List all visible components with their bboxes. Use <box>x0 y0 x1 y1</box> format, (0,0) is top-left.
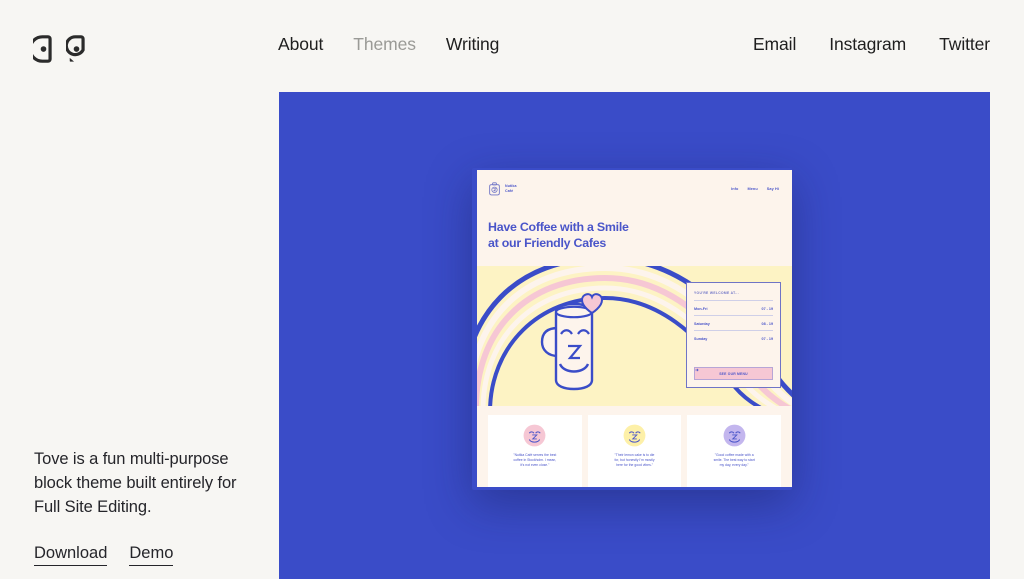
nav-item-writing[interactable]: Writing <box>446 31 500 57</box>
opening-hours-title: YOU'RE WELCOME AT... <box>694 291 739 295</box>
smiley-face-icon <box>723 424 746 447</box>
nav-item-twitter[interactable]: Twitter <box>939 31 990 57</box>
see-menu-label: SEE OUR MENU <box>719 371 748 376</box>
theme-preview-screenshot[interactable]: Nutika Café Info Menu Say Hi Have Coffee… <box>477 170 792 487</box>
theme-showcase-panel: Nutika Café Info Menu Say Hi Have Coffee… <box>279 92 990 579</box>
download-link[interactable]: Download <box>34 542 108 566</box>
smiley-face-icon <box>623 424 646 447</box>
preview-nav-menu[interactable]: Menu <box>747 187 757 191</box>
smiley-face-icon <box>523 424 546 447</box>
testimonial-card: "Their lemon cake is to die for, but hon… <box>587 415 682 487</box>
hours-day: Sunday <box>694 336 708 341</box>
hours-time: 07 - 19 <box>761 306 773 311</box>
social-navigation: Email Instagram Twitter <box>753 31 990 57</box>
testimonial-quote: "Their lemon cake is to die for, but hon… <box>614 453 655 468</box>
nav-item-about[interactable]: About <box>278 31 323 57</box>
preview-navigation: Info Menu Say Hi <box>731 187 779 191</box>
cafe-cup-icon <box>489 182 500 196</box>
preview-nav-say-hi[interactable]: Say Hi <box>767 187 779 191</box>
demo-link[interactable]: Demo <box>129 542 174 566</box>
preview-nav-info[interactable]: Info <box>731 187 738 191</box>
preview-topbar: Nutika Café Info Menu Say Hi <box>477 170 792 208</box>
theme-description: Tove is a fun multi-purpose block theme … <box>34 450 237 516</box>
testimonial-quote: "Good coffee made with a smile. The best… <box>713 453 755 468</box>
testimonial-card: "Nutika Café serves the best coffee in S… <box>488 415 582 487</box>
preview-testimonials: "Nutika Café serves the best coffee in S… <box>477 406 792 487</box>
arrow-right-icon <box>695 368 699 372</box>
theme-action-links: Download Demo <box>34 542 266 566</box>
nav-item-instagram[interactable]: Instagram <box>829 31 906 57</box>
logo-glyph-left <box>33 35 52 63</box>
hours-day: Mon-Fri <box>694 306 708 311</box>
see-menu-button[interactable]: SEE OUR MENU <box>694 367 773 380</box>
preview-hero: Have Coffee with a Smile at our Friendly… <box>477 208 792 266</box>
testimonial-card: "Good coffee made with a smile. The best… <box>687 415 782 487</box>
logo-glyph-right <box>66 35 85 62</box>
opening-hours-row: Saturday 08 - 19 <box>694 315 773 330</box>
opening-hours-row: Mon-Fri 07 - 19 <box>694 300 773 315</box>
hours-time: 07 - 19 <box>761 336 773 341</box>
testimonial-quote: "Nutika Café serves the best coffee in S… <box>513 453 557 468</box>
theme-intro: Tove is a fun multi-purpose block theme … <box>34 447 266 566</box>
site-logo[interactable] <box>33 32 97 66</box>
hours-day: Saturday <box>694 321 710 326</box>
preview-hero-heading: Have Coffee with a Smile at our Friendly… <box>488 220 629 250</box>
preview-brand[interactable]: Nutika Café <box>488 182 517 196</box>
site-header: About Themes Writing Email Instagram Twi… <box>0 0 1024 92</box>
primary-navigation: About Themes Writing <box>278 31 499 57</box>
nav-item-email[interactable]: Email <box>753 31 796 57</box>
preview-illustration: YOU'RE WELCOME AT... Mon-Fri 07 - 19 Sat… <box>477 266 792 406</box>
nav-item-themes[interactable]: Themes <box>353 31 416 57</box>
page-root: About Themes Writing Email Instagram Twi… <box>0 0 1024 579</box>
preview-brand-name: Nutika Café <box>505 184 517 193</box>
opening-hours-card: YOU'RE WELCOME AT... Mon-Fri 07 - 19 Sat… <box>686 282 781 388</box>
opening-hours-row: Sunday 07 - 19 <box>694 330 773 345</box>
hours-time: 08 - 19 <box>761 321 773 326</box>
